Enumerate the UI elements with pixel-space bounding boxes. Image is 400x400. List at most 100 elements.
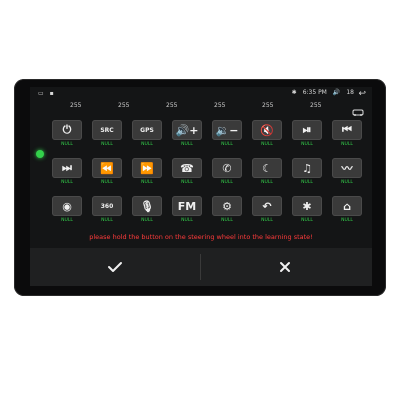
key-status: NULL [301, 142, 313, 147]
bluetooth-icon: ✱ [302, 199, 312, 213]
src-icon: SRC [100, 126, 114, 134]
key-cell[interactable]: 🔇 NULL [252, 120, 282, 152]
key-cell[interactable]: ⚙ NULL [212, 196, 242, 228]
previous-icon: ⏮ [342, 123, 352, 136]
key-cell[interactable]: ♫ NULL [292, 158, 322, 190]
back-nav-icon[interactable]: ↩ [358, 89, 366, 99]
play-pause-icon: ⏯ [302, 123, 312, 136]
cancel-button[interactable] [270, 255, 300, 279]
status-right: ✱ 6:35 PM 🔊 18 [292, 89, 354, 96]
status-left: ▭ ▪ [38, 90, 54, 97]
key-cell[interactable]: ⏪ NULL [92, 158, 122, 190]
battery-level: 18 [346, 89, 354, 96]
key-button[interactable]: ⏮ [332, 120, 362, 140]
key-status: NULL [181, 180, 193, 185]
key-button[interactable]: ♫ [292, 158, 322, 178]
cells: ⏻ NULL SRC NULL GPS NULL 🔊+ NULL 🔉− NULL 🔇 NUL… [50, 120, 365, 235]
key-cell[interactable]: ⏩ NULL [132, 158, 162, 190]
power-icon: ⏻ [62, 123, 72, 136]
key-button[interactable]: ☾ [252, 158, 282, 178]
key-button[interactable]: 🔊+ [172, 120, 202, 140]
key-button[interactable]: 360 [92, 196, 122, 216]
close-icon [280, 262, 290, 272]
key-cell[interactable]: 〰 NULL [332, 158, 362, 190]
status-time: 6:35 PM [302, 89, 327, 96]
key-button[interactable]: ⌂ [332, 196, 362, 216]
key-cell[interactable]: 360 NULL [92, 196, 122, 228]
key-button[interactable]: ✱ [292, 196, 322, 216]
volume-down-icon: 🔉− [215, 123, 239, 137]
key-cell[interactable]: ⏯ NULL [292, 120, 322, 152]
key-button[interactable]: 🎙 [132, 196, 162, 216]
col-value-5: 255 [262, 102, 274, 109]
col-value-2: 255 [118, 102, 130, 109]
key-status: NULL [341, 142, 353, 147]
mute-icon: 🔇 [260, 123, 274, 137]
key-status: NULL [261, 218, 273, 223]
key-cell[interactable]: GPS NULL [132, 120, 162, 152]
key-status: NULL [61, 142, 73, 147]
key-button[interactable]: SRC [92, 120, 122, 140]
key-button[interactable]: 〰 [332, 158, 362, 178]
back-icon: ↶ [262, 199, 272, 213]
left-sidebar [30, 100, 50, 249]
key-cell[interactable]: FM NULL [172, 196, 202, 228]
key-status: NULL [221, 142, 233, 147]
status-bar: ▭ ▪ ✱ 6:35 PM 🔊 18 ↩ [30, 87, 372, 100]
key-cell[interactable]: 🔉− NULL [212, 120, 242, 152]
col-value-4: 255 [214, 102, 226, 109]
key-button[interactable]: ↶ [252, 196, 282, 216]
key-button[interactable]: ◉ [52, 196, 82, 216]
night-icon: ☾ [262, 161, 272, 175]
key-cell[interactable]: ↶ NULL [252, 196, 282, 228]
key-cell[interactable]: ⏻ NULL [52, 120, 82, 152]
gps-icon: GPS [140, 126, 154, 134]
key-status: NULL [141, 180, 153, 185]
key-cell[interactable]: 🎙 NULL [132, 196, 162, 228]
key-cell[interactable]: ◉ NULL [52, 196, 82, 228]
confirm-button[interactable] [100, 255, 130, 279]
check-icon [108, 262, 122, 272]
key-status: NULL [221, 180, 233, 185]
key-button[interactable]: ⏭ [52, 158, 82, 178]
bluetooth-status-icon: ✱ [291, 89, 297, 96]
radio-icon: ◉ [62, 199, 72, 213]
key-button[interactable]: ⏻ [52, 120, 82, 140]
key-status: NULL [101, 142, 113, 147]
next-icon: ⏭ [62, 161, 72, 174]
key-button[interactable]: ⏯ [292, 120, 322, 140]
key-button[interactable]: GPS [132, 120, 162, 140]
key-button[interactable]: 🔇 [252, 120, 282, 140]
key-cell[interactable]: ☎ NULL [172, 158, 202, 190]
key-cell[interactable]: ⌂ NULL [332, 196, 362, 228]
key-cell[interactable]: ☾ NULL [252, 158, 282, 190]
key-cell[interactable]: 🔊+ NULL [172, 120, 202, 152]
key-button[interactable]: ✆ [212, 158, 242, 178]
key-status: NULL [181, 142, 193, 147]
rewind-icon: ⏪ [100, 161, 114, 175]
key-status: NULL [261, 180, 273, 185]
key-cell[interactable]: ✱ NULL [292, 196, 322, 228]
voice-icon: ♫ [302, 161, 312, 175]
key-cell[interactable]: SRC NULL [92, 120, 122, 152]
key-status: NULL [181, 218, 193, 223]
key-cell[interactable]: ⏭ NULL [52, 158, 82, 190]
key-cell[interactable]: ✆ NULL [212, 158, 242, 190]
key-button[interactable]: FM [172, 196, 202, 216]
column-values: 255 255 255 255 255 255 [50, 102, 365, 114]
key-button[interactable]: ☎ [172, 158, 202, 178]
volume-up-icon: 🔊+ [175, 123, 199, 137]
col-value-3: 255 [166, 102, 178, 109]
key-button[interactable]: 🔉− [212, 120, 242, 140]
active-indicator-dot [36, 150, 44, 158]
wave-icon: 〰 [341, 162, 353, 175]
key-button[interactable]: ⏩ [132, 158, 162, 178]
key-button[interactable]: ⚙ [212, 196, 242, 216]
key-status: NULL [61, 218, 73, 223]
key-status: NULL [221, 218, 233, 223]
fast-forward-icon: ⏩ [140, 161, 154, 175]
key-cell[interactable]: ⏮ NULL [332, 120, 362, 152]
screen: ▭ ▪ ✱ 6:35 PM 🔊 18 ↩ 255 255 255 255 255… [30, 87, 372, 286]
square-indicator-icon: ▪ [49, 90, 54, 97]
key-button[interactable]: ⏪ [92, 158, 122, 178]
